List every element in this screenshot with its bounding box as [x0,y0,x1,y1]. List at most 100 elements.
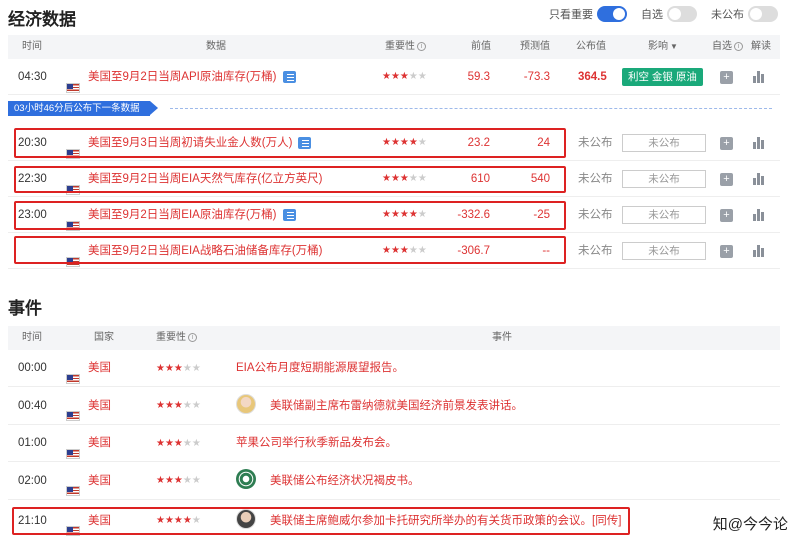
bar-chart-icon[interactable] [753,173,765,185]
event-row[interactable]: 00:00 美国 ★★★★★ EIA公布月度短期能源展望报告。 [8,350,780,387]
event-row[interactable]: 02:00 美国 ★★★★★ 美联储公布经济状况褐皮书。 [8,462,780,500]
row-actual: 364.5 [578,71,607,83]
chart-button[interactable] [753,209,765,221]
importance-stars: ★★★★★ [382,71,427,82]
plus-icon[interactable]: + [720,137,733,150]
header-watch: 自选 i [712,35,743,59]
bar-chart-icon[interactable] [753,245,765,257]
event-time: 01:00 [18,437,47,449]
econ-row[interactable]: 04:30 美国至9月2日当周API原油库存(万桶) ★★★★★ 59.3 -7… [8,59,780,95]
event-text[interactable]: EIA公布月度短期能源展望报告。 [236,350,404,386]
event-country: 美国 [88,400,111,412]
row-time: 04:30 [18,71,47,83]
events-table-header: 时间 国家 重要性 i 事件 [8,326,780,350]
event-time: 00:00 [18,362,47,374]
event-time: 02:00 [18,475,47,487]
toggle-unpublished[interactable]: 未公布 [711,6,778,22]
plus-icon[interactable]: + [720,173,733,186]
us-flag-icon [66,400,80,421]
header-time: 时间 [22,332,42,343]
toggle-label: 只看重要 [549,9,593,21]
toggle-switch[interactable] [667,6,697,22]
importance-stars: ★★★★★ [156,438,201,449]
toggle-label: 未公布 [711,9,744,21]
events-section-title: 事件 [8,299,42,318]
caret-down-icon: ▼ [670,42,678,51]
add-watch-button[interactable]: + [720,208,733,222]
fed-seal-icon [236,469,256,490]
header-importance-label: 重要性 [385,41,415,52]
event-avatar-cell [236,462,256,498]
importance-stars: ★★★★★ [156,475,201,486]
add-watch-button[interactable]: + [720,136,733,150]
bar-chart-icon[interactable] [753,137,765,149]
event-row[interactable]: 01:00 美国 ★★★★★ 苹果公司举行秋季新品发布会。 [8,425,780,462]
info-icon[interactable]: i [188,332,197,342]
header-watch-label: 自选 [712,41,732,52]
toggle-switch[interactable] [748,6,778,22]
row-title-cell[interactable]: 美国至9月2日当周API原油库存(万桶) [88,59,296,95]
header-explain: 解读 [751,41,771,52]
toggle-label: 自选 [641,9,663,21]
event-text[interactable]: 美联储公布经济状况褐皮书。 [270,462,420,498]
chart-button[interactable] [753,173,765,185]
impact-placeholder: 未公布 [622,206,706,224]
header-actual: 公布值 [576,41,606,52]
add-watch-button[interactable]: + [720,70,733,84]
info-icon[interactable]: i [734,41,743,51]
header-impact-label: 影响 [648,41,668,52]
header-impact[interactable]: 影响 ▼ [648,35,678,59]
us-flag-icon [66,72,80,93]
row-actual: 未公布 [578,209,613,221]
header-time: 时间 [22,41,42,52]
watermark-text: 知@今今论 [712,516,788,533]
header-forecast: 预测值 [520,41,550,52]
filter-toggles: 只看重要 自选 未公布 [535,6,778,22]
row-prev: 59.3 [467,71,490,83]
add-watch-button[interactable]: + [720,172,733,186]
highlight-box [14,236,566,264]
event-avatar-cell [236,387,256,423]
event-text[interactable]: 美联储副主席布雷纳德就美国经济前景发表讲话。 [270,387,523,423]
bar-chart-icon[interactable] [753,71,765,83]
impact-placeholder: 未公布 [622,170,706,188]
header-prev: 前值 [471,41,491,52]
impact-cell: 未公布 [622,170,706,188]
header-importance-label: 重要性 [156,332,186,343]
woman-avatar-icon [236,394,256,415]
next-release-notice: 03小时46分后公布下一条数据 [8,101,158,116]
importance-stars: ★★★★★ [156,400,201,411]
event-text[interactable]: 苹果公司举行秋季新品发布会。 [236,425,397,461]
toggle-switch[interactable] [597,6,627,22]
econ-table-header: 时间 数据 重要性 i 前值 预测值 公布值 影响 ▼ 自选 i 解读 [8,35,780,59]
impact-placeholder: 未公布 [622,242,706,260]
plus-icon[interactable]: + [720,209,733,222]
plus-icon[interactable]: + [720,71,733,84]
toggle-watchlist[interactable]: 自选 [641,6,697,22]
document-icon[interactable] [282,70,296,83]
event-row[interactable]: 00:40 美国 ★★★★★ 美联储副主席布雷纳德就美国经济前景发表讲话。 [8,387,780,425]
impact-cell: 未公布 [622,134,706,152]
impact-cell: 未公布 [622,242,706,260]
event-time: 00:40 [18,400,47,412]
chart-button[interactable] [753,137,765,149]
info-icon[interactable]: i [417,41,426,51]
chart-button[interactable] [753,71,765,83]
toggle-important-only[interactable]: 只看重要 [549,6,627,22]
highlight-box [14,201,566,230]
row-actual: 未公布 [578,173,613,185]
bar-chart-icon[interactable] [753,209,765,221]
header-event: 事件 [492,332,512,343]
header-country: 国家 [94,332,114,343]
add-watch-button[interactable]: + [720,244,733,258]
row-title[interactable]: 美国至9月2日当周API原油库存(万桶) [88,71,277,83]
impact-cell: 未公布 [622,206,706,224]
row-actual: 未公布 [578,137,613,149]
header-importance: 重要性 i [385,35,426,59]
plus-icon[interactable]: + [720,245,733,258]
highlight-box [14,128,566,158]
chart-button[interactable] [753,245,765,257]
header-data: 数据 [206,41,226,52]
event-country: 美国 [88,475,111,487]
impact-badge-cell: 利空 金银 原油 [622,68,703,86]
